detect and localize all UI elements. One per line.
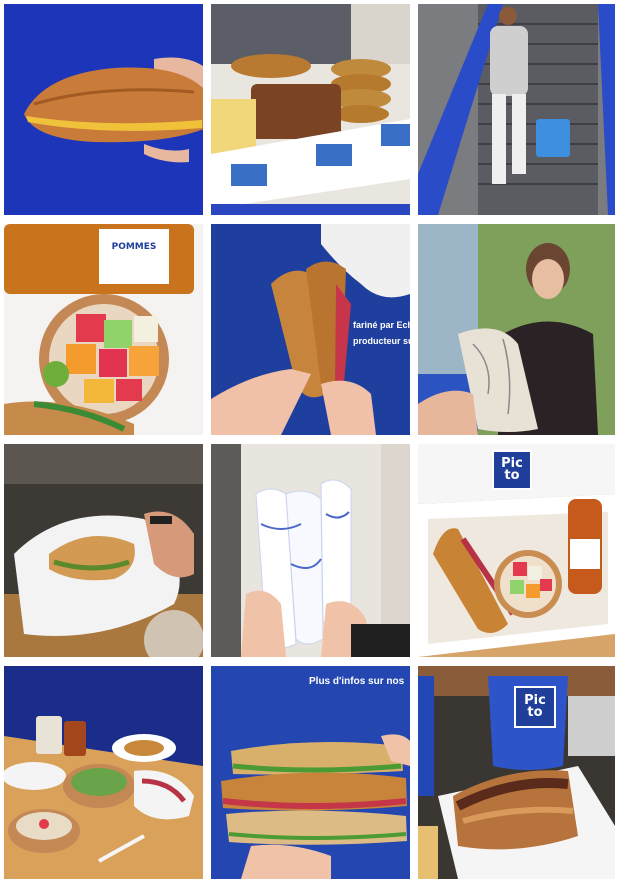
- photo-table-spread[interactable]: [4, 666, 203, 879]
- bakery-display-image: [211, 4, 410, 215]
- wall-text-line-2: producteur sur w: [353, 336, 410, 346]
- picto-cup-logo: Pic to: [514, 686, 556, 728]
- escalator-image: [418, 4, 615, 215]
- photo-fruit-salad[interactable]: POMMES: [4, 224, 203, 435]
- wall-text: Plus d'infos sur nos: [309, 676, 405, 687]
- fruit-salad-image: [4, 224, 203, 435]
- photo-stacked-sandwiches[interactable]: Plus d'infos sur nos: [211, 666, 410, 879]
- photo-wrapped-baguettes[interactable]: [211, 444, 410, 657]
- picto-cup-logo-line2: to: [527, 705, 543, 720]
- photo-hands-sandwich[interactable]: fariné par Ech producteur sur w: [211, 224, 410, 435]
- woman-sandwich-image: [418, 224, 615, 435]
- jar-label: POMMES: [110, 242, 158, 252]
- picto-logo: Pic to: [492, 450, 532, 490]
- photo-sandwich-paper[interactable]: [4, 444, 203, 657]
- photo-sandwich-blue[interactable]: [4, 4, 203, 215]
- photo-coffee-cake[interactable]: Pic to: [418, 666, 615, 879]
- stacked-sandwiches-image: [211, 666, 410, 879]
- photo-bakery-display[interactable]: [211, 4, 410, 215]
- photo-grid: POMMES fariné par Ech producteur sur w: [0, 0, 619, 879]
- photo-woman-sandwich[interactable]: [418, 224, 615, 435]
- photo-lunch-box[interactable]: Pic to: [418, 444, 615, 657]
- wall-text-line-1: fariné par Ech: [353, 320, 410, 330]
- sandwich-paper-image: [4, 444, 203, 657]
- table-spread-image: [4, 666, 203, 879]
- photo-escalator[interactable]: [418, 4, 615, 215]
- wrapped-baguettes-image: [211, 444, 410, 657]
- picto-logo-line2: to: [504, 468, 520, 483]
- sandwich-blue-image: [4, 4, 203, 215]
